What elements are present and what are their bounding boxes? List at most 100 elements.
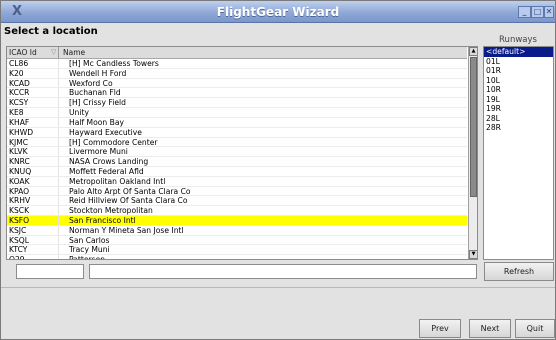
- airport-name-cell: Half Moon Bay: [69, 117, 124, 127]
- table-row[interactable]: KRHV Reid Hillview Of Santa Clara Co: [7, 196, 467, 207]
- airport-icao-cell: KLVK: [9, 147, 28, 157]
- column-header-name[interactable]: Name: [61, 47, 85, 58]
- airport-icao-cell: KCAD: [9, 78, 30, 88]
- runway-list[interactable]: <default> 01L 01R 10L 10R 19L 19R 28L 28R: [483, 46, 554, 260]
- column-divider: [58, 108, 59, 117]
- runway-item[interactable]: 19R: [484, 104, 553, 114]
- runway-item[interactable]: 19L: [484, 95, 553, 105]
- airport-icao-cell: KSJC: [9, 225, 27, 235]
- airport-list[interactable]: ICAO Id ▽ Name CL86 [H] Mc Candless Tower…: [6, 46, 478, 260]
- icao-search-input[interactable]: [16, 264, 84, 279]
- airport-name-cell: NASA Crows Landing: [69, 157, 149, 167]
- column-divider[interactable]: [58, 47, 59, 58]
- table-row[interactable]: KNRC NASA Crows Landing: [7, 157, 467, 167]
- sort-descending-icon: ▽: [51, 48, 57, 56]
- column-divider: [58, 59, 59, 68]
- column-divider: [58, 206, 59, 215]
- name-search-input[interactable]: [89, 264, 477, 279]
- window-title: FlightGear Wizard: [216, 5, 340, 19]
- close-icon[interactable]: ✕: [544, 6, 554, 18]
- runway-item[interactable]: <default>: [484, 47, 553, 57]
- next-button[interactable]: Next: [469, 319, 511, 338]
- airport-name-cell: San Carlos: [69, 235, 110, 245]
- table-row[interactable]: CL86 [H] Mc Candless Towers: [7, 59, 467, 69]
- airport-icao-cell: KHWD: [9, 127, 34, 137]
- table-row[interactable]: KCSY [H] Crissy Field: [7, 98, 467, 109]
- runways-label: Runways: [499, 35, 537, 45]
- airport-name-cell: Buchanan Fld: [69, 88, 121, 98]
- runway-item[interactable]: 01R: [484, 66, 553, 76]
- table-row[interactable]: KCAD Wexford Co: [7, 78, 467, 89]
- airport-name-cell: Patterson: [69, 255, 106, 260]
- table-row[interactable]: KNUQ Moffett Federal Afld: [7, 166, 467, 177]
- airport-icao-cell: KTCY: [9, 245, 28, 255]
- column-divider: [58, 157, 59, 166]
- airport-name-cell: Moffett Federal Afld: [69, 166, 144, 176]
- column-divider: [58, 88, 59, 98]
- airport-name-cell: Metropolitan Oakland Intl: [69, 176, 166, 186]
- airport-name-cell: Tracy Muni: [69, 245, 110, 255]
- column-divider: [58, 68, 59, 78]
- scrollbar-thumb[interactable]: [470, 57, 477, 197]
- table-row[interactable]: KHWD Hayward Executive: [7, 127, 467, 138]
- table-row[interactable]: KHAF Half Moon Bay: [7, 117, 467, 128]
- runway-item[interactable]: 10R: [484, 85, 553, 95]
- airport-name-cell: Wexford Co: [69, 78, 113, 88]
- table-row[interactable]: KSJC Norman Y Mineta San Jose Intl: [7, 225, 467, 236]
- page-title: Select a location: [4, 26, 98, 37]
- airport-name-cell: Wendell H Ford: [69, 68, 127, 78]
- airport-icao-cell: KOAK: [9, 176, 30, 186]
- table-row[interactable]: KTCY Tracy Muni: [7, 245, 467, 256]
- airport-name-cell: Stockton Metropolitan: [69, 206, 153, 216]
- airport-name-cell: San Francisco Intl: [69, 216, 136, 225]
- table-row[interactable]: K20 Wendell H Ford: [7, 68, 467, 79]
- column-header-icao[interactable]: ICAO Id: [7, 47, 37, 58]
- airport-name-cell: Palo Alto Arpt Of Santa Clara Co: [69, 186, 191, 196]
- runway-item[interactable]: 10L: [484, 76, 553, 86]
- scroll-down-icon[interactable]: ▼: [469, 250, 477, 259]
- table-row[interactable]: KPAO Palo Alto Arpt Of Santa Clara Co: [7, 186, 467, 197]
- airport-name-cell: [H] Crissy Field: [69, 98, 126, 108]
- column-divider: [58, 127, 59, 137]
- airport-list-scrollbar[interactable]: ▲ ▼: [468, 47, 477, 259]
- airport-icao-cell: KSCK: [9, 206, 30, 216]
- airport-name-cell: [H] Mc Candless Towers: [69, 59, 159, 68]
- airport-list-header: ICAO Id ▽ Name: [7, 47, 467, 59]
- runway-item[interactable]: 01L: [484, 57, 553, 67]
- table-row[interactable]: KJMC [H] Commodore Center: [7, 137, 467, 148]
- table-row[interactable]: KSFO San Francisco Intl: [7, 216, 467, 226]
- minimize-icon[interactable]: _: [518, 6, 531, 18]
- table-row[interactable]: KSCK Stockton Metropolitan: [7, 206, 467, 216]
- table-row[interactable]: O29 Patterson: [7, 255, 467, 260]
- column-divider: [58, 196, 59, 206]
- quit-button[interactable]: Quit: [515, 319, 555, 338]
- column-divider: [58, 147, 59, 157]
- airport-icao-cell: K20: [9, 68, 24, 78]
- runway-item[interactable]: 28L: [484, 114, 553, 124]
- column-divider: [58, 235, 59, 245]
- title-bar[interactable]: X FlightGear Wizard _ □ ✕: [1, 1, 555, 23]
- airport-name-cell: Livermore Muni: [69, 147, 128, 157]
- airport-icao-cell: KSQL: [9, 235, 30, 245]
- flightgear-wizard-window: X FlightGear Wizard _ □ ✕ Select a locat…: [0, 0, 556, 340]
- table-row[interactable]: KCCR Buchanan Fld: [7, 88, 467, 99]
- airport-name-cell: [H] Commodore Center: [69, 137, 158, 147]
- airport-icao-cell: KPAO: [9, 186, 30, 196]
- prev-button[interactable]: Prev: [419, 319, 461, 338]
- airport-icao-cell: KNRC: [9, 157, 30, 167]
- table-row[interactable]: KE8 Unity: [7, 108, 467, 118]
- column-divider: [58, 166, 59, 176]
- runway-item[interactable]: 28R: [484, 123, 553, 133]
- scroll-up-icon[interactable]: ▲: [469, 47, 477, 56]
- maximize-icon[interactable]: □: [531, 6, 544, 18]
- column-divider: [58, 137, 59, 147]
- table-row[interactable]: KSQL San Carlos: [7, 235, 467, 246]
- table-row[interactable]: KOAK Metropolitan Oakland Intl: [7, 176, 467, 187]
- column-divider: [58, 245, 59, 255]
- table-row[interactable]: KLVK Livermore Muni: [7, 147, 467, 158]
- column-divider: [58, 98, 59, 108]
- airport-icao-cell: KNUQ: [9, 166, 32, 176]
- airport-icao-cell: KE8: [9, 108, 24, 118]
- refresh-button[interactable]: Refresh: [484, 262, 554, 281]
- airport-icao-cell: KJMC: [9, 137, 29, 147]
